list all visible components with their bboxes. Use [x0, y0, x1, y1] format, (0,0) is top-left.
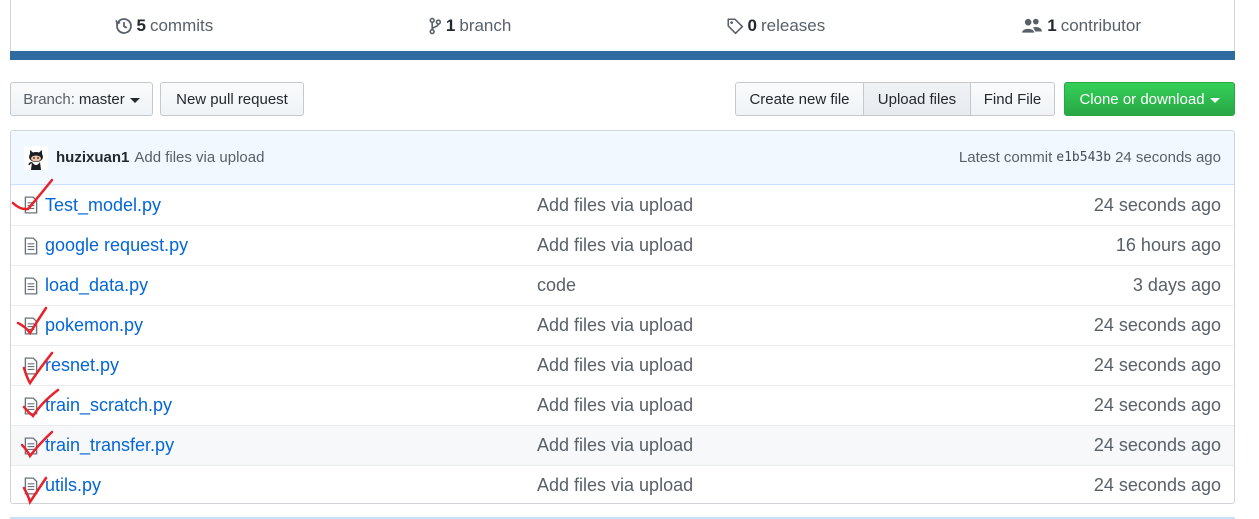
- chevron-down-icon: [129, 97, 140, 103]
- file-icon: [24, 437, 38, 455]
- avatar[interactable]: [24, 145, 48, 170]
- file-commit-message[interactable]: Add files via upload: [537, 315, 693, 336]
- file-name-link[interactable]: resnet.py: [45, 355, 119, 376]
- file-commit-age: 24 seconds ago: [1093, 194, 1221, 215]
- file-icon-wrap: [24, 357, 38, 380]
- file-icon: [24, 357, 38, 375]
- file-icon: [24, 237, 38, 255]
- latest-commit-prefix: Latest commit: [958, 149, 1053, 166]
- table-row: load_data.py code 3 days ago: [11, 265, 1234, 305]
- commits-label: commits: [149, 16, 214, 35]
- language-bar: [10, 51, 1235, 60]
- releases-count: 0: [747, 16, 757, 35]
- file-name-link[interactable]: google request.py: [45, 235, 188, 256]
- file-commit-age: 24 seconds ago: [1093, 315, 1221, 335]
- file-icon: [24, 397, 38, 415]
- table-row: Test_model.py Add files via upload 24 seco…: [11, 185, 1234, 225]
- file-icon-wrap: [24, 196, 38, 219]
- file-commit-age: 24 seconds ago: [1093, 355, 1221, 375]
- file-commit-age: 24 seconds ago: [1093, 395, 1221, 415]
- branch-label: branch: [459, 16, 512, 35]
- commit-author[interactable]: huzixuan1: [56, 149, 129, 166]
- file-commit-age: 24 seconds ago: [1093, 475, 1221, 495]
- branch-count: 1: [445, 16, 456, 35]
- branch-prefix: Branch:: [23, 90, 75, 108]
- file-name-link[interactable]: pokemon.py: [45, 315, 143, 336]
- file-name-link[interactable]: load_data.py: [45, 275, 148, 296]
- repo-stats: 5 commits 1 branch 0 releases 1 contribu…: [10, 0, 1235, 60]
- file-name-link[interactable]: train_transfer.py: [45, 435, 174, 456]
- file-icon-wrap: [24, 237, 38, 260]
- contributor-label: contributor: [1060, 16, 1142, 35]
- branch-icon: [429, 17, 441, 35]
- file-icon-wrap: [24, 477, 38, 500]
- table-row: google request.py Add files via upload 16 …: [11, 225, 1234, 265]
- file-commit-age: 24 seconds ago: [1093, 435, 1221, 455]
- history-icon: [114, 18, 132, 34]
- branch-stat[interactable]: 1 branch: [317, 16, 623, 36]
- file-name-link[interactable]: utils.py: [45, 475, 101, 496]
- file-commit-message[interactable]: Add files via upload: [537, 475, 693, 496]
- file-icon: [24, 477, 38, 495]
- file-name-link[interactable]: train_scratch.py: [45, 395, 172, 416]
- clone-or-download-button[interactable]: Clone or download: [1064, 82, 1235, 116]
- contributor-count: 1: [1047, 16, 1057, 35]
- file-rows: Test_model.py Add files via upload 24 seco…: [11, 185, 1234, 503]
- tag-icon: [726, 18, 743, 35]
- chevron-down-icon: [1209, 97, 1220, 103]
- file-icon-wrap: [24, 437, 38, 460]
- clone-label: Clone or download: [1079, 90, 1205, 108]
- file-icon: [24, 277, 38, 295]
- file-commit-message[interactable]: Add files via upload: [537, 355, 693, 376]
- create-new-file-button[interactable]: Create new file: [735, 82, 864, 116]
- commits-stat[interactable]: 5 commits: [11, 16, 317, 36]
- new-pull-request-button[interactable]: New pull request: [160, 82, 304, 116]
- table-row: pokemon.py Add files via upload 24 seconds…: [11, 305, 1234, 345]
- commit-message[interactable]: Add files via upload: [134, 149, 264, 166]
- table-row: train_scratch.py Add files via upload 24 s…: [11, 385, 1234, 425]
- branch-select-button[interactable]: Branch: master: [10, 82, 153, 116]
- latest-commit-info: Latest commit e1b543b 24 seconds ago: [959, 149, 1221, 166]
- file-commit-age: 16 hours ago: [1115, 235, 1221, 255]
- file-icon-wrap: [24, 277, 38, 300]
- file-icon: [24, 317, 38, 335]
- file-icon-wrap: [24, 317, 38, 340]
- table-row: resnet.py Add files via upload 24 seconds …: [11, 345, 1234, 385]
- octocat-icon: [24, 145, 48, 170]
- file-commit-message[interactable]: code: [537, 275, 576, 296]
- file-name-link[interactable]: Test_model.py: [45, 195, 161, 216]
- branch-value: master: [78, 90, 125, 108]
- commit-sha[interactable]: e1b543b: [1056, 150, 1111, 165]
- latest-commit-bar: huzixuan1 Add files via upload Latest co…: [11, 131, 1234, 185]
- file-icon: [24, 196, 38, 214]
- people-icon: [1022, 18, 1043, 33]
- releases-label: releases: [760, 16, 826, 35]
- file-commit-message[interactable]: Add files via upload: [537, 395, 693, 416]
- file-commit-message[interactable]: Add files via upload: [537, 435, 693, 456]
- contributor-stat[interactable]: 1 contributor: [928, 16, 1234, 36]
- file-icon-wrap: [24, 397, 38, 420]
- file-list: huzixuan1 Add files via upload Latest co…: [10, 130, 1235, 504]
- table-row: utils.py Add files via upload 24 seconds a…: [11, 465, 1234, 503]
- upload-files-button[interactable]: Upload files: [864, 82, 971, 116]
- file-commit-message[interactable]: Add files via upload: [537, 195, 693, 216]
- commits-count: 5: [136, 16, 146, 35]
- find-file-button[interactable]: Find File: [971, 82, 1055, 116]
- file-actions-group: Create new file Upload files Find File: [735, 82, 1055, 116]
- file-commit-age: 3 days ago: [1132, 275, 1221, 295]
- table-row: train_transfer.py Add files via upload 24 …: [11, 425, 1234, 465]
- commit-age: 24 seconds ago: [1115, 149, 1221, 166]
- file-commit-message[interactable]: Add files via upload: [537, 235, 693, 256]
- releases-stat[interactable]: 0 releases: [623, 16, 929, 36]
